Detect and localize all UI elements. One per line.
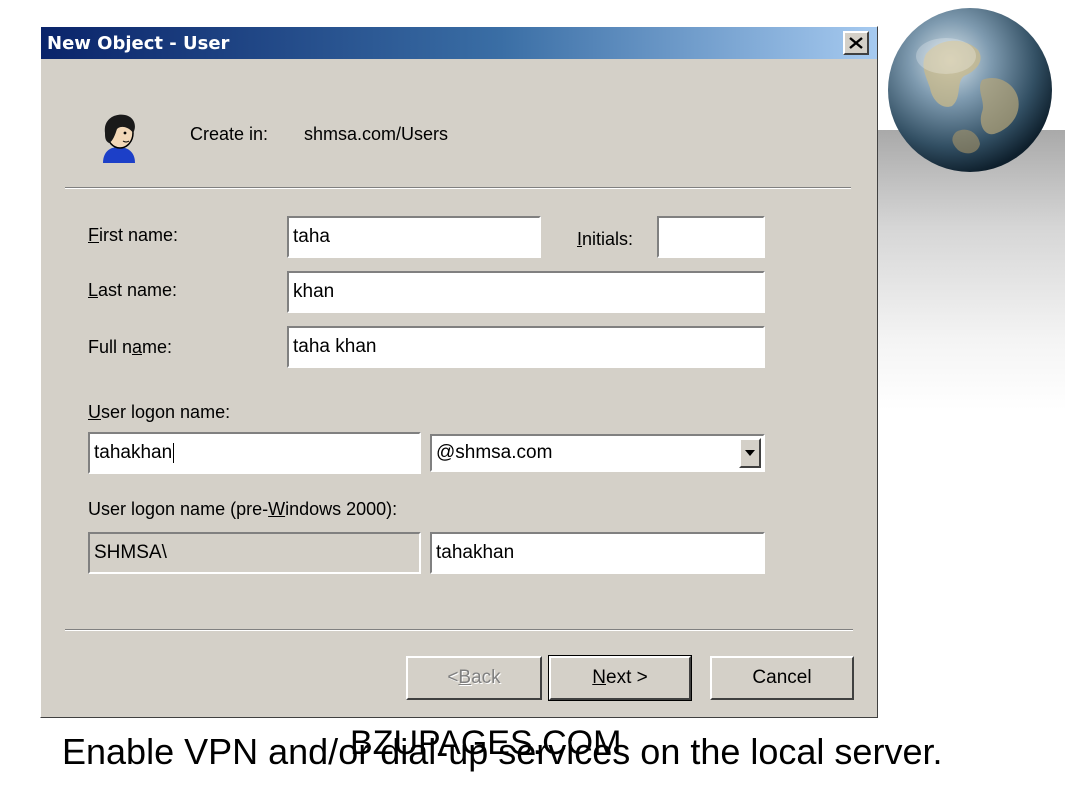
- pre-windows-2000-label: User logon name (pre-Windows 2000):: [88, 499, 398, 519]
- back-button[interactable]: < Back: [406, 656, 542, 700]
- create-in-path: shmsa.com/Users: [304, 124, 449, 144]
- cancel-button[interactable]: Cancel: [710, 656, 854, 700]
- new-object-user-dialog: New Object - User Create in: shmsa.com/U…: [40, 26, 878, 718]
- close-icon: [849, 37, 863, 49]
- netbios-domain-field: SHMSA\: [88, 532, 421, 574]
- user-logon-name-label: User logon name:: [88, 402, 231, 422]
- user-logon-name-input[interactable]: tahakhan: [88, 432, 421, 474]
- last-name-input[interactable]: khan: [287, 271, 765, 313]
- first-name-label: First name:: [88, 225, 179, 245]
- watermark-text: BZUPAGES.COM: [350, 724, 622, 762]
- full-name-input[interactable]: taha khan: [287, 326, 765, 368]
- top-separator: [65, 187, 851, 189]
- bottom-separator: [65, 629, 853, 631]
- next-button[interactable]: Next >: [548, 655, 692, 701]
- globe-image: [888, 8, 1052, 172]
- initials-label: Initials:: [577, 229, 634, 249]
- initials-input[interactable]: [657, 216, 765, 258]
- chevron-down-icon: [745, 450, 755, 456]
- user-icon: [103, 114, 135, 163]
- dropdown-arrow-button[interactable]: [739, 438, 761, 468]
- title-bar[interactable]: New Object - User: [41, 27, 877, 59]
- first-name-input[interactable]: taha: [287, 216, 541, 258]
- full-name-label: Full name:: [88, 337, 173, 357]
- pre-windows-2000-logon-input[interactable]: tahakhan: [430, 532, 765, 574]
- last-name-label: Last name:: [88, 280, 178, 300]
- close-button[interactable]: [843, 31, 869, 55]
- upn-suffix-dropdown[interactable]: @shmsa.com: [430, 434, 765, 472]
- text-cursor: [173, 443, 175, 463]
- window-title: New Object - User: [47, 32, 230, 54]
- create-in-label: Create in:: [190, 124, 269, 144]
